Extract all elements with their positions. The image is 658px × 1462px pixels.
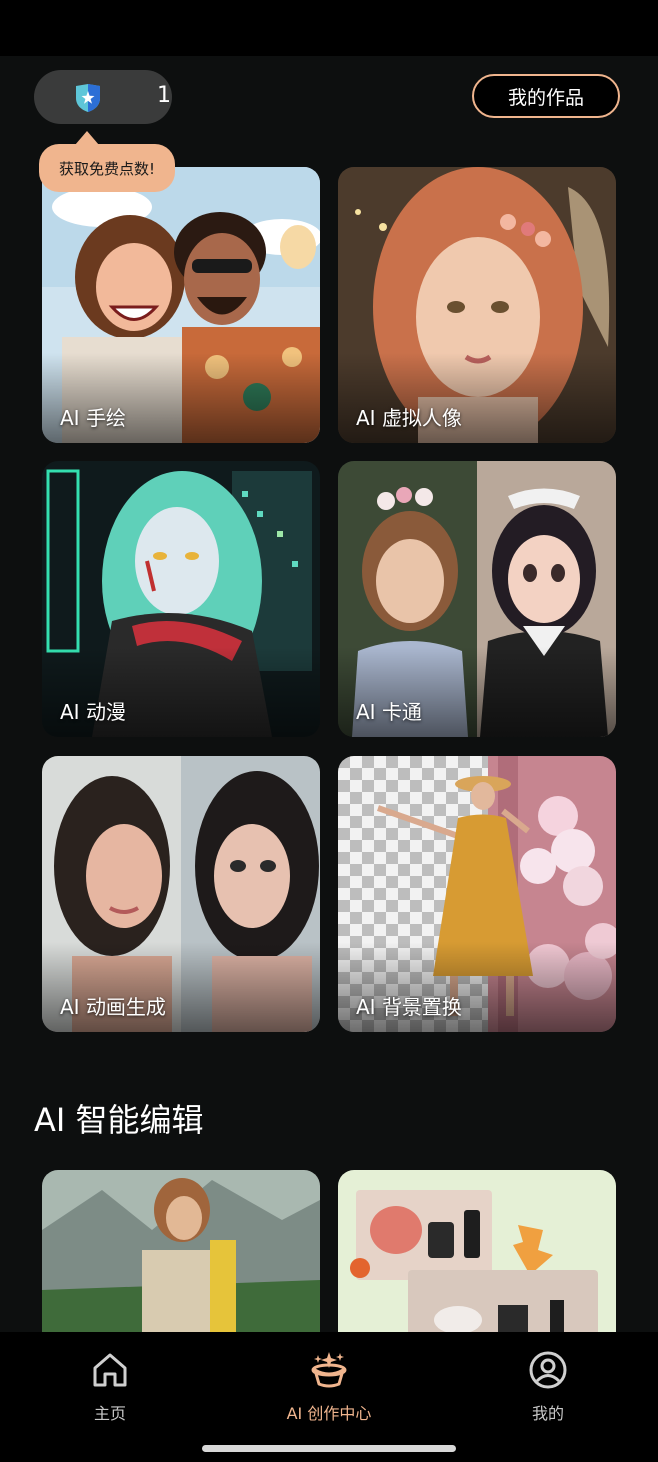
card-smart-edit-2[interactable] — [338, 1170, 616, 1350]
profile-icon — [529, 1351, 567, 1389]
status-bar — [0, 0, 658, 56]
nav-home-label: 主页 — [93, 1404, 126, 1423]
home-icon — [93, 1353, 127, 1387]
card-label: AI 动漫 — [60, 700, 126, 724]
card-ai-animation-gen[interactable]: AI 动画生成 — [42, 756, 320, 1032]
nav-home[interactable]: 主页 — [30, 1350, 190, 1424]
section-title-ai-editing: AI 智能编辑 — [34, 1101, 204, 1139]
nav-ai-creation-center[interactable]: AI 创作中心 — [249, 1350, 409, 1424]
card-ai-cartoon[interactable]: AI 卡通 — [338, 461, 616, 737]
card-ai-virtual-portrait[interactable]: AI 虚拟人像 — [338, 167, 616, 443]
card-label: AI 卡通 — [356, 700, 422, 724]
card-label: AI 手绘 — [60, 406, 126, 430]
points-value: 1 — [157, 83, 171, 108]
free-points-tooltip[interactable]: 获取免费点数! — [39, 131, 175, 192]
home-indicator[interactable] — [202, 1445, 456, 1452]
my-works-button[interactable]: 我的作品 — [472, 74, 620, 118]
bottom-nav: 主页 AI 创作中心 我的 — [0, 1332, 658, 1462]
card-smart-edit-1[interactable] — [42, 1170, 320, 1350]
points-pill[interactable]: 1 — [34, 70, 172, 124]
hiker-photo-image — [42, 1170, 320, 1350]
card-label: AI 虚拟人像 — [356, 406, 462, 430]
nav-profile-label: 我的 — [531, 1404, 564, 1423]
ai-hat-icon — [311, 1352, 347, 1388]
card-label: AI 背景置换 — [356, 995, 462, 1019]
card-ai-hand-drawn[interactable]: AI 手绘 — [42, 167, 320, 443]
shield-star-icon — [76, 84, 100, 112]
card-ai-anime[interactable]: AI 动漫 — [42, 461, 320, 737]
card-label: AI 动画生成 — [60, 995, 166, 1019]
card-ai-background-swap[interactable]: AI 背景置换 — [338, 756, 616, 1032]
nav-ai-creation-label: AI 创作中心 — [286, 1404, 372, 1423]
product-photo-image — [338, 1170, 616, 1350]
nav-profile[interactable]: 我的 — [468, 1350, 628, 1424]
